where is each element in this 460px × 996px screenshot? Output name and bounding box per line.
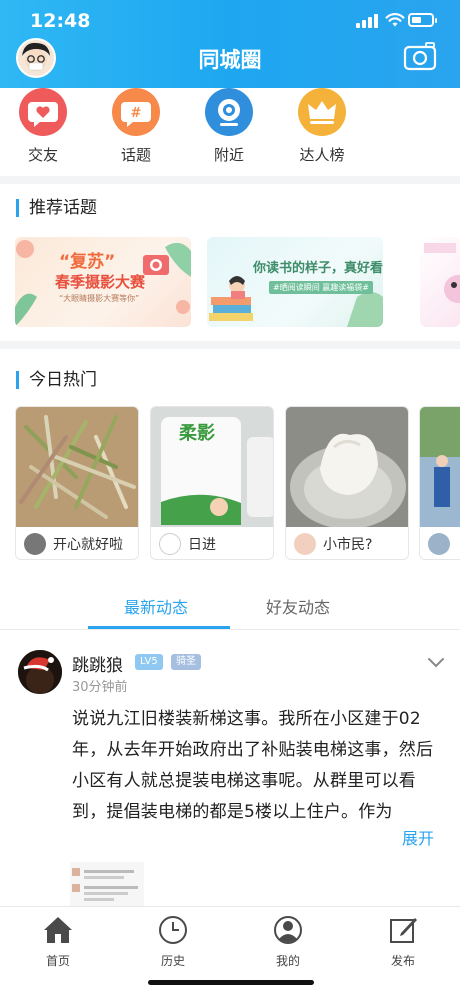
- wifi-icon: [385, 13, 405, 27]
- signal-icon: [356, 14, 378, 28]
- hot-card[interactable]: 小市民?: [285, 406, 409, 560]
- tab-friends[interactable]: 好友动态: [266, 594, 330, 618]
- quick-nav-topics[interactable]: # 话题: [101, 88, 171, 165]
- nav-profile[interactable]: 我的: [258, 915, 318, 969]
- divider: [0, 341, 460, 349]
- hot-card[interactable]: 柔影 日进: [150, 406, 274, 560]
- hot-card-image: [16, 407, 138, 527]
- nav-label: 我的: [275, 954, 300, 968]
- home-indicator: [148, 980, 314, 985]
- hot-card-user: 开心就好啦: [24, 533, 123, 555]
- quick-nav-experts[interactable]: 达人榜: [287, 88, 357, 165]
- top-header: 12:48 同城圈: [0, 0, 460, 88]
- status-time: 12:48: [30, 10, 91, 32]
- product-brand: 柔影: [179, 423, 215, 444]
- post-content: 说说九江旧楼装新梯这事。我所在小区建于02年，从去年开始政府出了补贴装电梯这事，…: [72, 709, 434, 822]
- nav-publish[interactable]: 发布: [373, 915, 433, 969]
- tab-latest[interactable]: 最新动态: [124, 594, 188, 618]
- hot-card-user: 日进: [159, 533, 216, 555]
- quick-nav-label: 话题: [120, 146, 151, 164]
- hot-today-title: 今日热门: [16, 371, 97, 389]
- topic-card-reading[interactable]: 你读书的样子，真好看 #晒阅读瞬间 赢趣读福袋#: [207, 237, 383, 327]
- avatar: [24, 533, 46, 555]
- hot-card-username: 小市民?: [323, 537, 373, 553]
- avatar: [159, 533, 181, 555]
- quick-nav-nearby[interactable]: 附近: [194, 88, 264, 165]
- home-icon: [44, 917, 72, 943]
- nav-home[interactable]: 首页: [28, 915, 88, 969]
- topic-subtitle: #晒阅读瞬间 赢趣读福袋#: [269, 281, 373, 294]
- hot-card-image: [420, 407, 460, 527]
- nav-label: 发布: [390, 954, 415, 968]
- edit-icon: [390, 918, 417, 943]
- status-bar: 12:48: [0, 0, 460, 40]
- crown-icon: [298, 88, 346, 136]
- hot-card-image: 柔影: [151, 407, 273, 527]
- hot-card[interactable]: 开心就好啦: [15, 406, 139, 560]
- avatar: [294, 533, 316, 555]
- hot-card-image: [286, 407, 408, 527]
- nav-history[interactable]: 历史: [143, 915, 203, 969]
- topic-card-photo-contest[interactable]: “复苏” 春季摄影大赛 “大眼睛摄影大赛等你”: [15, 237, 191, 327]
- level-badge: LV5: [135, 654, 163, 670]
- clock-icon: [159, 916, 187, 944]
- hot-card-user: 小市民?: [294, 533, 372, 555]
- topic-headline: 你读书的样子，真好看: [253, 261, 383, 276]
- divider: [0, 176, 460, 184]
- chevron-down-icon[interactable]: [427, 657, 445, 669]
- hashtag-icon: #: [112, 88, 160, 136]
- location-eye-icon: [205, 88, 253, 136]
- post-author-name[interactable]: 跳跳狼: [72, 651, 123, 676]
- post-image-thumbnail[interactable]: [70, 862, 144, 906]
- heart-chat-icon: [19, 88, 67, 136]
- topic-headline: “复苏”: [59, 252, 116, 272]
- nav-label: 历史: [160, 954, 185, 968]
- recommended-topics-title: 推荐话题: [16, 199, 97, 217]
- hot-card-username: 日进: [188, 537, 216, 553]
- hot-card-partial[interactable]: [419, 406, 460, 560]
- quick-nav-dating[interactable]: 交友: [8, 88, 78, 165]
- topic-card-partial[interactable]: [420, 237, 460, 327]
- quick-nav-label: 交友: [27, 146, 58, 164]
- nav-label: 首页: [45, 954, 70, 968]
- title-badge: 骑圣: [171, 654, 201, 670]
- post-author-avatar[interactable]: [18, 650, 62, 694]
- topic-tag: “大眼睛摄影大赛等你”: [59, 294, 140, 303]
- topic-banner-art: [424, 243, 460, 303]
- svg-text:#: #: [131, 106, 142, 121]
- hot-card-user: [428, 533, 457, 555]
- quick-nav: 交友 # 话题 附近 达人榜: [0, 88, 460, 176]
- quick-nav-label: 附近: [213, 146, 244, 164]
- page-title: 同城圈: [198, 48, 262, 72]
- quick-nav-label: 达人榜: [299, 146, 345, 164]
- expand-button[interactable]: 展开: [402, 825, 434, 849]
- battery-icon: [408, 13, 437, 27]
- topic-subtitle: 春季摄影大赛: [55, 273, 146, 291]
- hot-card-username: 开心就好啦: [53, 537, 123, 553]
- post-time: 30分钟前: [72, 680, 128, 695]
- avatar: [428, 533, 450, 555]
- user-icon: [274, 916, 302, 944]
- camera-icon[interactable]: [403, 42, 437, 72]
- divider: [0, 629, 460, 630]
